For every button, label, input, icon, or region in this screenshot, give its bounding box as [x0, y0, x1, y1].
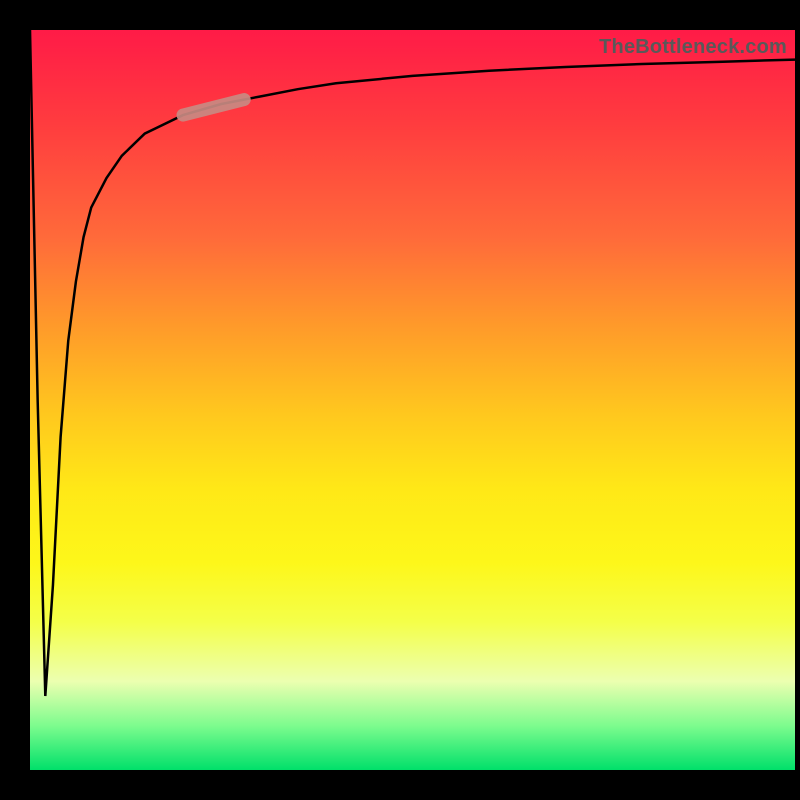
- plot-area: TheBottleneck.com: [30, 30, 795, 770]
- chart-svg: [30, 30, 795, 770]
- highlight-segment: [183, 100, 244, 116]
- chart-frame: TheBottleneck.com: [0, 0, 800, 800]
- bottleneck-curve: [30, 30, 795, 696]
